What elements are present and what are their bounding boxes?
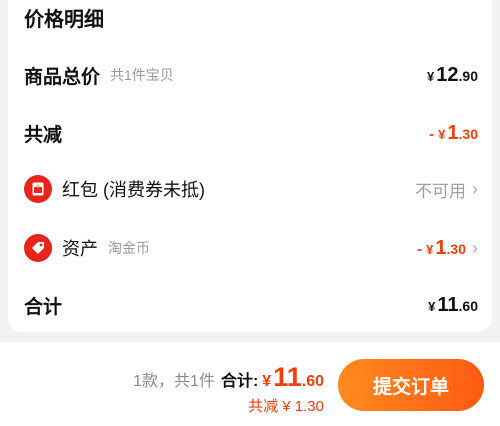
total-amount: ¥ 11 .60 (262, 362, 324, 392)
assets-label: 资产 (62, 239, 98, 259)
assets-sub-text: 淘金币 (108, 240, 150, 256)
red-packet-status: 不可用 (415, 181, 466, 201)
discount-total-label: 共减 (24, 124, 63, 146)
chevron-right-icon: › (472, 237, 478, 258)
tag-icon (24, 234, 52, 262)
sum-row: 合计 ¥ 11 .60 (24, 288, 478, 322)
chevron-right-icon: › (472, 178, 478, 199)
price-detail-title: 价格明细 (24, 0, 478, 34)
item-count-text: 1款，共1件 (133, 373, 215, 390)
submit-order-button[interactable]: 提交订单 (338, 359, 484, 411)
checkout-bar: 1款，共1件 合计: ¥ 11 .60 共减 ¥ 1.30 提交订单 (0, 342, 500, 426)
assets-row[interactable]: 资产 淘金币 - ¥ 1 .30 › (24, 231, 478, 265)
red-packet-icon (24, 175, 52, 203)
page-title: 价格明细 (24, 8, 104, 31)
goods-count-text: 共1件宝贝 (110, 67, 174, 83)
goods-total-label: 商品总价 (24, 66, 101, 88)
discount-total-amount: - ¥ 1 .30 (429, 121, 478, 144)
red-packet-label: 红包 (消费券未抵) (62, 180, 205, 200)
discount-summary: 共减 ¥ 1.30 (248, 398, 324, 415)
sum-label: 合计 (24, 296, 63, 318)
assets-amount: - ¥ 1 .30 (417, 236, 466, 259)
goods-total-row: 商品总价 共1件宝贝 ¥ 12 .90 (24, 58, 478, 92)
discount-total-row: 共减 - ¥ 1 .30 (24, 116, 478, 150)
checkout-summary: 1款，共1件 合计: ¥ 11 .60 共减 ¥ 1.30 (133, 362, 324, 416)
price-detail-card: 价格明细 商品总价 共1件宝贝 ¥ 12 .90 共减 - ¥ 1 .30 红包… (8, 0, 492, 332)
sum-amount: ¥ 11 .60 (428, 293, 478, 316)
goods-total-amount: ¥ 12 .90 (427, 63, 478, 86)
red-packet-row[interactable]: 红包 (消费券未抵) 不可用 › (24, 172, 478, 206)
total-label: 合计: (220, 373, 259, 390)
